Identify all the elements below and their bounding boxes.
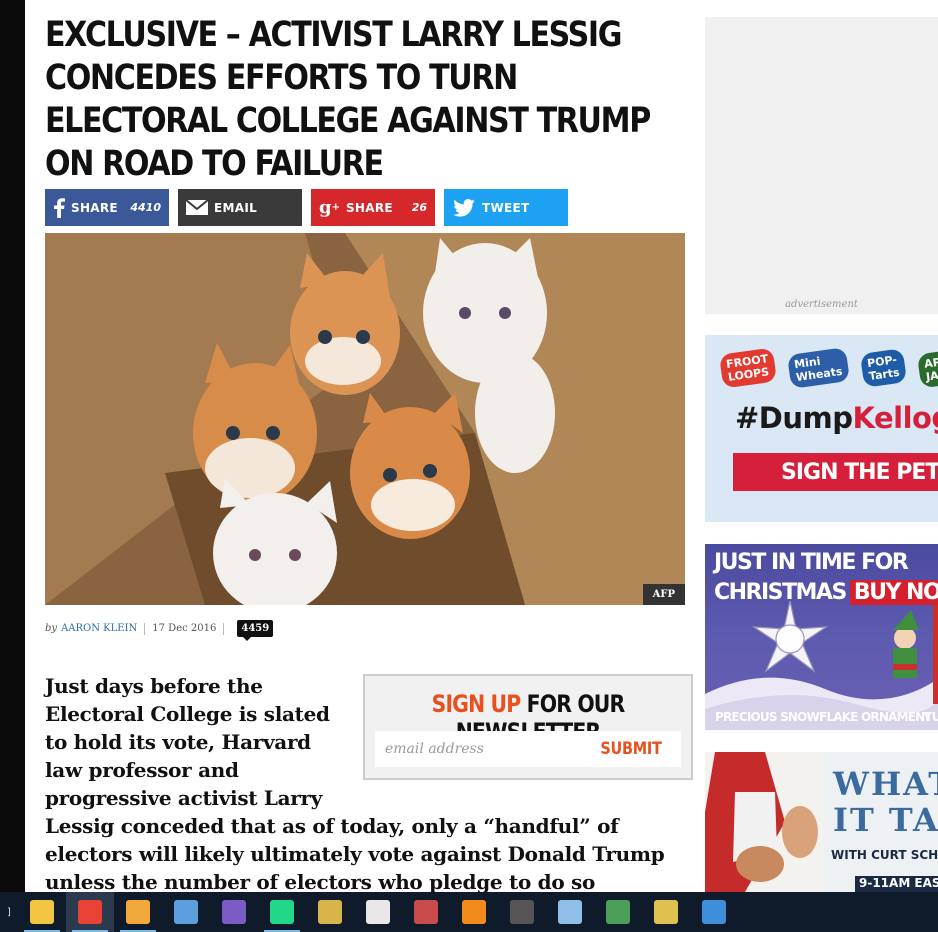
facebook-icon: [53, 197, 65, 218]
share-count: 4410: [130, 201, 161, 214]
email-label: EMAIL: [214, 200, 258, 215]
notepad-icon: [558, 900, 582, 924]
taskbar-button[interactable]: [18, 892, 66, 932]
byline-prefix: by: [45, 623, 58, 634]
hashtag-prefix: #Dump: [735, 401, 853, 435]
mouse-icon: [510, 900, 534, 924]
newsletter-submit-button[interactable]: SUBMIT: [600, 735, 661, 763]
twitter-share-button[interactable]: TWEET: [444, 189, 568, 226]
book-title-line-1: WHATE: [833, 765, 938, 803]
newsletter-form: SUBMIT: [375, 731, 681, 767]
google-plus-share-button[interactable]: g + SHARE 26: [311, 189, 435, 226]
file-explorer-icon: [30, 900, 54, 924]
chrome-canary-icon: [126, 900, 150, 924]
xmas-headline-line-2: CHRISTMASBUY NOW: [714, 580, 938, 605]
christmas-ornament-ad[interactable]: JUST IN TIME FOR CHRISTMASBUY NOW PRECIO…: [705, 544, 938, 730]
visual-studio-icon: [222, 900, 246, 924]
divider: [144, 622, 146, 635]
air-time-badge: 9-11AM EAS: [855, 876, 938, 892]
taskbar-button[interactable]: [402, 892, 450, 932]
water-drop-icon: [702, 900, 726, 924]
email-address-input[interactable]: [375, 740, 595, 758]
taskbar-button[interactable]: [162, 892, 210, 932]
dump-kellogg-hashtag: #DumpKellogg: [735, 401, 938, 435]
xmas-headline-text: CHRISTMAS: [714, 580, 847, 605]
image-credit-badge: AFP: [642, 584, 685, 605]
cereal-logos: FROOT LOOPS Mini Wheats POP-Tarts APPLE …: [718, 347, 938, 389]
product-name-truncated: YU: [923, 710, 938, 724]
book-promo-ad[interactable]: WHATE IT TA WITH CURT SCHIL 9-11AM EAS: [705, 752, 938, 892]
share-label: SHARE: [345, 200, 393, 215]
product-name: PRECIOUS SNOWFLAKE ORNAMENT: [715, 710, 933, 724]
google-plus-icon: g +: [319, 197, 340, 218]
taskbar-button[interactable]: [498, 892, 546, 932]
kellogg-petition-ad[interactable]: FROOT LOOPS Mini Wheats POP-Tarts APPLE …: [705, 335, 938, 522]
taskbar-button[interactable]: [642, 892, 690, 932]
froot-loops-logo: FROOT LOOPS: [718, 347, 778, 389]
facebook-share-button[interactable]: SHARE 4410: [45, 189, 169, 226]
article-body: SIGN UP FOR OUR NEWSLETTER SUBMIT Just d…: [45, 672, 693, 896]
taskbar-edge-glyph: ]: [7, 906, 11, 918]
newsletter-title-accent: SIGN UP: [431, 690, 522, 718]
pop-tarts-logo: POP-Tarts: [859, 348, 907, 388]
taskbar-button[interactable]: [450, 892, 498, 932]
left-window-strip: [0, 0, 25, 892]
taskbar-button[interactable]: [594, 892, 642, 932]
book-title-line-2: IT TA: [833, 801, 938, 839]
taskbar-items: [18, 892, 738, 932]
windows-taskbar: ]: [0, 892, 938, 932]
author-link[interactable]: AARON KLEIN: [61, 623, 137, 634]
tools-icon: [318, 900, 342, 924]
share-label: SHARE: [71, 200, 118, 215]
mini-wheats-logo: Mini Wheats: [787, 347, 850, 389]
email-share-button[interactable]: EMAIL: [178, 189, 302, 226]
book-author: WITH CURT SCHIL: [831, 848, 938, 862]
apple-jacks-logo: APPLE JACKS: [916, 347, 938, 389]
taskbar-button[interactable]: [690, 892, 738, 932]
divider: [223, 622, 225, 635]
advertisement-slot[interactable]: advertisement: [705, 17, 938, 314]
tweet-label: TWEET: [482, 200, 530, 215]
xmas-headline-line-1: JUST IN TIME FOR: [714, 550, 909, 575]
buy-now-button[interactable]: BUY NOW: [849, 580, 938, 605]
paint-icon: [654, 900, 678, 924]
kittens-in-box-illustration: [45, 233, 685, 605]
sign-petition-button[interactable]: SIGN THE PETITION: [733, 453, 938, 491]
taskbar-button[interactable]: [258, 892, 306, 932]
article-headline: EXCLUSIVE – ACTIVIST LARRY LESSIG CONCED…: [45, 15, 651, 184]
image-viewer-icon: [606, 900, 630, 924]
pycharm-icon: [270, 900, 294, 924]
twitter-bird-icon: [452, 198, 476, 217]
taskbar-button[interactable]: [114, 892, 162, 932]
taskbar-button[interactable]: [210, 892, 258, 932]
publish-date: 17 Dec 2016: [152, 623, 217, 634]
hashtag-brand: Kellogg: [852, 401, 938, 435]
book-title: WHATE IT TA: [833, 766, 938, 838]
share-count: 26: [411, 201, 427, 214]
article-hero-image: AFP: [45, 233, 685, 605]
calculator-icon: [366, 900, 390, 924]
byline: by AARON KLEIN 17 Dec 2016 4459: [45, 620, 274, 641]
snipping-tool-icon: [414, 900, 438, 924]
envelope-icon: [186, 200, 208, 215]
newsletter-signup: SIGN UP FOR OUR NEWSLETTER SUBMIT: [363, 674, 693, 780]
taskbar-button[interactable]: [66, 892, 114, 932]
taskbar-button[interactable]: [306, 892, 354, 932]
chrome-icon: [78, 900, 102, 924]
3d-box-icon: [174, 900, 198, 924]
taskbar-button[interactable]: [354, 892, 402, 932]
advertisement-label: advertisement: [785, 299, 858, 310]
taskbar-button[interactable]: [546, 892, 594, 932]
comment-count-button[interactable]: 4459: [237, 620, 274, 641]
vlc-icon: [462, 900, 486, 924]
